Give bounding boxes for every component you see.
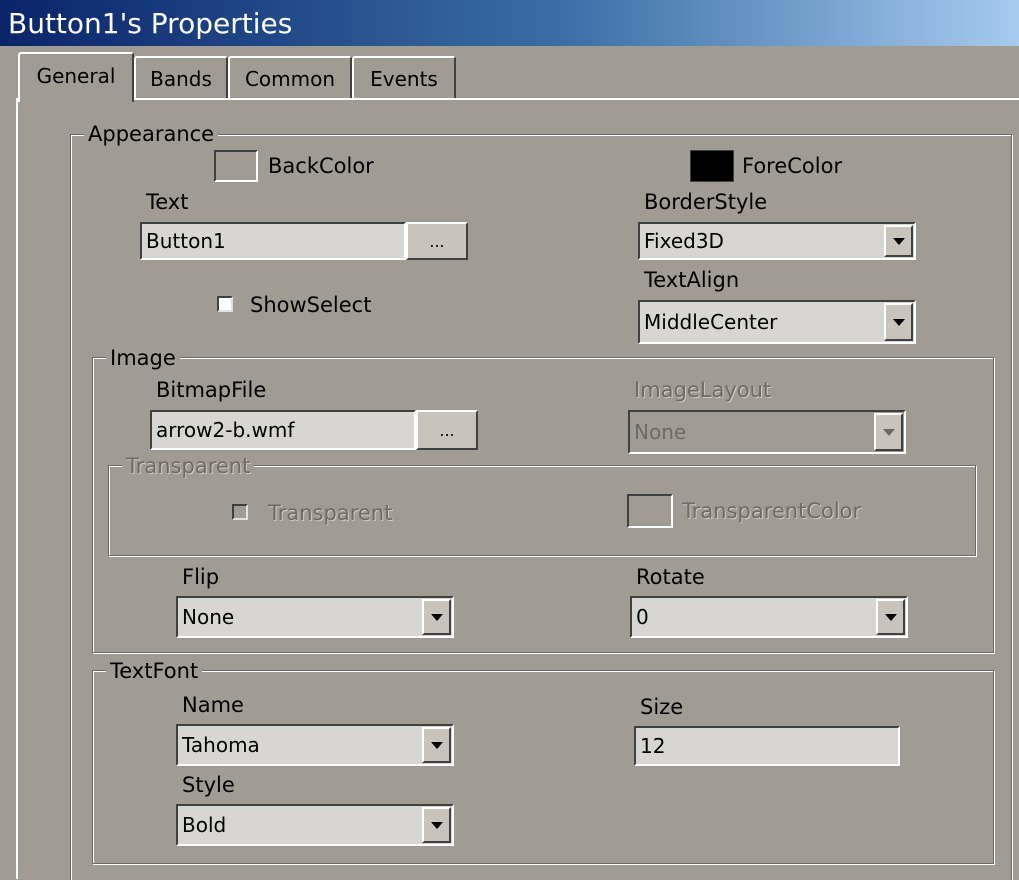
flip-value: None bbox=[182, 605, 235, 629]
font-style-value: Bold bbox=[182, 813, 227, 837]
borderstyle-dropdown-arrow-icon[interactable] bbox=[884, 225, 913, 257]
font-style-dropdown-arrow-icon[interactable] bbox=[422, 807, 451, 843]
bitmapfile-input[interactable]: arrow2-b.wmf bbox=[150, 410, 416, 450]
backcolor-label: BackColor bbox=[268, 154, 374, 178]
textfont-legend: TextFont bbox=[106, 660, 203, 682]
flip-select[interactable]: None bbox=[176, 596, 454, 638]
text-label: Text bbox=[146, 190, 189, 214]
text-input[interactable]: Button1 bbox=[140, 222, 406, 260]
rotate-label: Rotate bbox=[636, 565, 705, 589]
flip-dropdown-arrow-icon[interactable] bbox=[422, 599, 451, 635]
font-size-label: Size bbox=[640, 695, 684, 719]
forecolor-swatch[interactable] bbox=[690, 150, 734, 182]
window-title: Button1's Properties bbox=[8, 7, 293, 40]
rotate-value: 0 bbox=[636, 605, 649, 629]
rotate-dropdown-arrow-icon[interactable] bbox=[876, 599, 905, 635]
title-bar[interactable]: Button1's Properties bbox=[0, 0, 1019, 46]
font-name-value: Tahoma bbox=[182, 733, 260, 757]
font-style-select[interactable]: Bold bbox=[176, 804, 454, 846]
textalign-value: MiddleCenter bbox=[644, 310, 778, 334]
transparent-legend: Transparent bbox=[122, 455, 255, 477]
borderstyle-select[interactable]: Fixed3D bbox=[638, 222, 916, 260]
flip-label: Flip bbox=[182, 565, 220, 589]
bitmapfile-browse-button[interactable]: ... bbox=[416, 410, 478, 450]
borderstyle-value: Fixed3D bbox=[644, 229, 724, 253]
appearance-legend: Appearance bbox=[84, 123, 219, 145]
transparent-label: Transparent bbox=[268, 501, 393, 525]
imagelayout-value: None bbox=[634, 420, 687, 444]
transparentcolor-swatch[interactable] bbox=[627, 494, 673, 528]
text-browse-button[interactable]: ... bbox=[406, 222, 468, 260]
tab-general[interactable]: General bbox=[18, 52, 134, 102]
showselect-label: ShowSelect bbox=[250, 293, 372, 317]
tab-bands[interactable]: Bands bbox=[134, 56, 228, 98]
textalign-dropdown-arrow-icon[interactable] bbox=[884, 303, 913, 341]
imagelayout-label: ImageLayout bbox=[634, 378, 772, 402]
textalign-select[interactable]: MiddleCenter bbox=[638, 300, 916, 344]
transparentcolor-label: TransparentColor bbox=[682, 499, 862, 523]
font-name-dropdown-arrow-icon[interactable] bbox=[422, 727, 451, 763]
font-size-input[interactable]: 12 bbox=[634, 726, 900, 766]
tab-common[interactable]: Common bbox=[228, 56, 352, 98]
font-name-select[interactable]: Tahoma bbox=[176, 724, 454, 766]
textalign-label: TextAlign bbox=[644, 268, 740, 292]
imagelayout-select[interactable]: None bbox=[628, 410, 906, 454]
tab-events[interactable]: Events bbox=[352, 56, 456, 98]
rotate-select[interactable]: 0 bbox=[630, 596, 908, 638]
font-style-label: Style bbox=[182, 773, 235, 797]
showselect-checkbox[interactable] bbox=[217, 296, 233, 312]
imagelayout-dropdown-arrow-icon[interactable] bbox=[874, 413, 903, 451]
font-name-label: Name bbox=[182, 693, 244, 717]
forecolor-label: ForeColor bbox=[742, 154, 843, 178]
borderstyle-label: BorderStyle bbox=[644, 190, 768, 214]
backcolor-swatch[interactable] bbox=[214, 150, 258, 182]
bitmapfile-label: BitmapFile bbox=[156, 378, 267, 402]
image-legend: Image bbox=[106, 347, 180, 369]
transparent-checkbox[interactable] bbox=[232, 504, 248, 520]
